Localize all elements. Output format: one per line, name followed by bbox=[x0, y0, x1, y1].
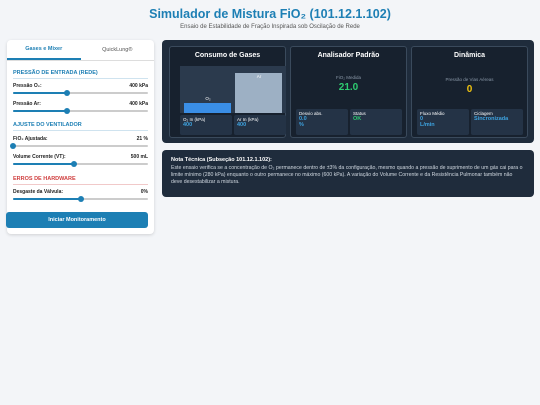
page-title: Simulador de Mistura FiO₂ (101.12.1.102) bbox=[149, 7, 391, 21]
slider-fill bbox=[13, 110, 67, 112]
dashboard: Consumo de Gases O₂ Ar O₂ In (kPa) 400 A… bbox=[162, 40, 534, 143]
slider-knob[interactable] bbox=[64, 108, 70, 114]
airway-pressure-value: 0 bbox=[466, 84, 473, 95]
tidal-volume-slider[interactable] bbox=[13, 161, 148, 167]
deviation-unit: % bbox=[299, 122, 304, 128]
section-pressure-heading: Pressão de Entrada (Rede) bbox=[13, 70, 148, 79]
slider-fill bbox=[13, 198, 81, 200]
slider-knob[interactable] bbox=[77, 196, 84, 202]
tab-gases-mixer[interactable]: Gases e Mixer bbox=[7, 40, 81, 60]
tidal-volume-label: Volume Corrente (VT): bbox=[13, 154, 66, 160]
analyzer-card-title: Analisador Padrão bbox=[317, 52, 380, 59]
air-bar-label: Ar bbox=[256, 74, 262, 79]
air-in-box: Ar In (kPa) 400 bbox=[234, 115, 286, 135]
tab-quicklung[interactable]: QuickLung® bbox=[81, 40, 155, 60]
air-pressure-row: Pressão Ar: 400 kPa bbox=[13, 101, 148, 115]
valve-wear-row: Desgaste da Válvula: 0% bbox=[13, 189, 148, 203]
o2-in-box: O₂ In (kPa) 400 bbox=[180, 115, 232, 135]
analyzer-card: Analisador Padrão FiO₂ Medida 21.0 Desvi… bbox=[290, 46, 407, 138]
o2-pressure-slider[interactable] bbox=[13, 90, 148, 96]
valve-wear-label: Desgaste da Válvula: bbox=[13, 189, 64, 195]
slider-knob[interactable] bbox=[70, 161, 77, 167]
section-ventilator-heading: Ajuste do Ventilador bbox=[13, 122, 148, 131]
technical-note-title: Nota Técnica (Subseção 101.12.1.102): bbox=[171, 157, 272, 163]
dynamics-card-title: Dinâmica bbox=[453, 52, 486, 59]
o2-bar-label: O₂ bbox=[205, 96, 211, 101]
dynamics-card: Dinâmica Pressão de Vias Aéreas 0 Fluxo … bbox=[411, 46, 528, 138]
flow-box: Fluxo Médio 0 L/min bbox=[417, 109, 469, 135]
page-header: Simulador de Mistura FiO₂ (101.12.1.102)… bbox=[0, 7, 540, 30]
fio2-value: 21 % bbox=[136, 136, 148, 142]
status-value: OK bbox=[353, 116, 362, 122]
valve-wear-value: 0% bbox=[140, 189, 148, 195]
start-monitoring-button[interactable]: Iniciar Monitoramento bbox=[6, 212, 148, 228]
airway-pressure-label: Pressão de Vias Aéreas bbox=[445, 77, 494, 82]
cycling-value: Sincronizada bbox=[474, 116, 509, 122]
fio2-row: FiO₂ Ajustada: 21 % bbox=[10, 136, 148, 150]
deviation-box: Desvio abs. 0.0 % bbox=[296, 109, 348, 135]
o2-pressure-label: Pressão O₂: bbox=[13, 83, 42, 89]
air-pressure-slider[interactable] bbox=[13, 108, 148, 114]
slider-fill bbox=[13, 163, 74, 165]
air-in-value: 400 bbox=[237, 122, 247, 128]
valve-wear-slider[interactable] bbox=[13, 196, 148, 202]
status-box: Status OK bbox=[350, 109, 402, 135]
slider-knob[interactable] bbox=[64, 90, 70, 96]
page-subtitle: Ensaio de Estabilidade de Fração Inspira… bbox=[180, 24, 360, 30]
fio2-slider[interactable] bbox=[10, 143, 148, 149]
measured-fio2-label: FiO₂ Medida bbox=[335, 75, 361, 80]
flow-unit: L/min bbox=[420, 122, 435, 128]
o2-pressure-row: Pressão O₂: 400 kPa bbox=[13, 83, 148, 97]
tidal-volume-row: Volume Corrente (VT): 500 mL bbox=[13, 154, 148, 168]
control-panel: Gases e Mixer QuickLung® Pressão de Entr… bbox=[7, 40, 154, 234]
technical-note: Nota Técnica (Subseção 101.12.1.102): Es… bbox=[162, 150, 534, 197]
o2-in-value: 400 bbox=[183, 122, 193, 128]
o2-bar bbox=[184, 103, 231, 113]
technical-note-text: Este ensaio verifica se a concentração d… bbox=[171, 165, 523, 185]
cycling-box: Ciclagem Sincronizada bbox=[471, 109, 523, 135]
air-bar bbox=[235, 73, 282, 113]
slider-fill bbox=[13, 92, 67, 94]
tidal-volume-value: 500 mL bbox=[130, 154, 148, 160]
slider-knob[interactable] bbox=[10, 143, 16, 149]
o2-pressure-value: 400 kPa bbox=[129, 83, 148, 89]
measured-fio2-value: 21.0 bbox=[338, 82, 359, 93]
panel-tabs: Gases e Mixer QuickLung® bbox=[7, 40, 154, 61]
gas-consumption-card: Consumo de Gases O₂ Ar O₂ In (kPa) 400 A… bbox=[169, 46, 286, 138]
gas-bar-chart: O₂ Ar bbox=[180, 66, 286, 113]
gas-card-title: Consumo de Gases bbox=[194, 52, 261, 59]
air-pressure-label: Pressão Ar: bbox=[13, 101, 41, 107]
section-hardware-heading: Erros de Hardware bbox=[13, 176, 148, 185]
fio2-label: FiO₂ Ajustada: bbox=[13, 136, 48, 142]
air-pressure-value: 400 kPa bbox=[129, 101, 148, 107]
